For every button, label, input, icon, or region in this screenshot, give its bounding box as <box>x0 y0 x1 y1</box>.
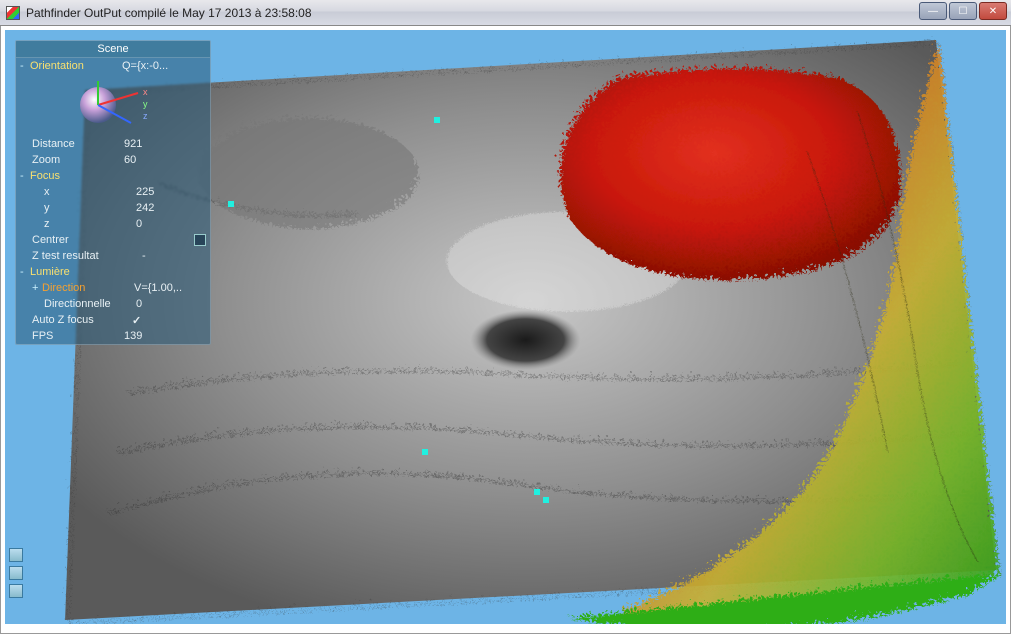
collapse-icon[interactable]: - <box>20 266 30 278</box>
marker-point[interactable] <box>543 497 549 503</box>
client-area: Scene - Orientation Q={x:-0... <box>0 26 1011 634</box>
orientation-label: Orientation <box>30 60 122 72</box>
fps-label: FPS <box>32 330 124 342</box>
light-header[interactable]: - Lumière <box>16 264 210 280</box>
autoz-row[interactable]: Auto Z focus ✓ <box>16 312 210 328</box>
zoom-row[interactable]: Zoom 60 <box>16 152 210 168</box>
light-directional-value: 0 <box>136 298 206 310</box>
window-title: Pathfinder OutPut compilé le May 17 2013… <box>26 6 312 20</box>
viewport-3d[interactable]: Scene - Orientation Q={x:-0... <box>5 30 1006 624</box>
focus-z-value: 0 <box>136 218 206 230</box>
ztest-value: - <box>142 250 206 262</box>
ztest-label: Z test resultat <box>32 250 142 262</box>
autoz-value: ✓ <box>132 314 206 327</box>
center-row[interactable]: Centrer <box>16 232 210 248</box>
light-directional-row[interactable]: Directionnelle 0 <box>16 296 210 312</box>
light-directional-label: Directionnelle <box>44 298 136 310</box>
orientation-header[interactable]: - Orientation Q={x:-0... <box>16 58 210 74</box>
tool-icon-1[interactable] <box>9 548 23 562</box>
marker-point[interactable] <box>422 449 428 455</box>
fps-value: 139 <box>124 330 206 342</box>
distance-label: Distance <box>32 138 124 150</box>
autoz-label: Auto Z focus <box>32 314 132 326</box>
axis-y-label: y <box>143 99 148 109</box>
center-label: Centrer <box>32 234 124 246</box>
corner-toolbar <box>9 548 23 598</box>
window-buttons: — ☐ ✕ <box>919 2 1007 20</box>
focus-y-row[interactable]: y 242 <box>16 200 210 216</box>
focus-label: Focus <box>30 170 122 182</box>
focus-z-label: z <box>44 218 136 230</box>
focus-x-row[interactable]: x 225 <box>16 184 210 200</box>
tool-icon-3[interactable] <box>9 584 23 598</box>
focus-y-label: y <box>44 202 136 214</box>
focus-x-label: x <box>44 186 136 198</box>
light-direction-row[interactable]: + Direction V={1.00,.. <box>16 280 210 296</box>
marker-point[interactable] <box>228 201 234 207</box>
orientation-value: Q={x:-0... <box>122 60 206 72</box>
focus-x-value: 225 <box>136 186 206 198</box>
panel-title: Scene <box>16 41 210 58</box>
focus-y-value: 242 <box>136 202 206 214</box>
focus-header[interactable]: - Focus <box>16 168 210 184</box>
light-direction-label: Direction <box>42 282 134 294</box>
axis-x-label: x <box>143 87 148 97</box>
zoom-value: 60 <box>124 154 206 166</box>
window-titlebar: Pathfinder OutPut compilé le May 17 2013… <box>0 0 1011 26</box>
marker-point[interactable] <box>534 489 540 495</box>
light-direction-value: V={1.00,.. <box>134 282 206 294</box>
tool-icon-2[interactable] <box>9 566 23 580</box>
collapse-icon[interactable]: - <box>20 60 30 72</box>
fps-row: FPS 139 <box>16 328 210 344</box>
center-checkbox[interactable] <box>194 234 206 246</box>
zoom-label: Zoom <box>32 154 124 166</box>
light-label: Lumière <box>30 266 122 278</box>
orientation-gizmo[interactable]: x y z <box>16 74 210 136</box>
minimize-button[interactable]: — <box>919 2 947 20</box>
close-button[interactable]: ✕ <box>979 2 1007 20</box>
expand-icon[interactable]: + <box>32 282 42 294</box>
app-icon <box>6 6 20 20</box>
focus-z-row[interactable]: z 0 <box>16 216 210 232</box>
distance-value: 921 <box>124 138 206 150</box>
distance-row[interactable]: Distance 921 <box>16 136 210 152</box>
maximize-button[interactable]: ☐ <box>949 2 977 20</box>
marker-point[interactable] <box>434 117 440 123</box>
axis-z-label: z <box>143 111 148 121</box>
collapse-icon[interactable]: - <box>20 170 30 182</box>
scene-panel[interactable]: Scene - Orientation Q={x:-0... <box>15 40 211 345</box>
ztest-row[interactable]: Z test resultat - <box>16 248 210 264</box>
